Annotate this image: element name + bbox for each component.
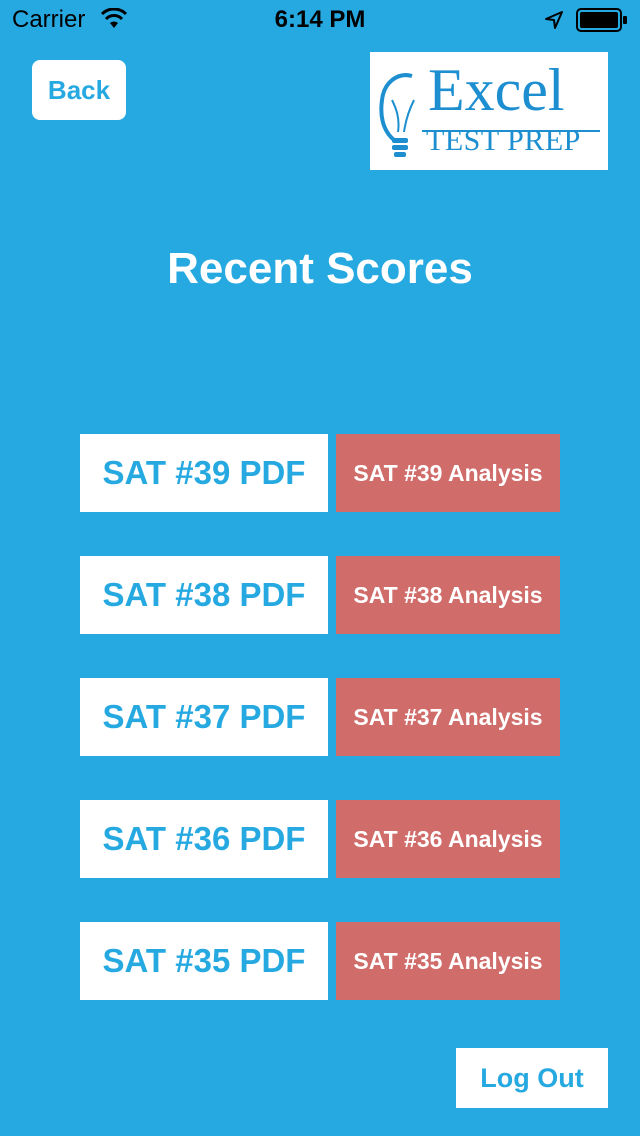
- pdf-button[interactable]: SAT #35 PDF: [80, 922, 328, 1000]
- excel-test-prep-logo: Excel TEST PREP: [370, 52, 608, 170]
- analysis-button[interactable]: SAT #37 Analysis: [336, 678, 560, 756]
- score-row: SAT #39 PDF SAT #39 Analysis: [80, 434, 560, 512]
- back-button[interactable]: Back: [32, 60, 126, 120]
- pdf-button[interactable]: SAT #37 PDF: [80, 678, 328, 756]
- pdf-button[interactable]: SAT #38 PDF: [80, 556, 328, 634]
- logo-word-test-prep: TEST PREP: [426, 124, 581, 157]
- battery-icon: [576, 8, 627, 32]
- score-row: SAT #37 PDF SAT #37 Analysis: [80, 678, 560, 756]
- analysis-button[interactable]: SAT #35 Analysis: [336, 922, 560, 1000]
- page-title: Recent Scores: [167, 244, 473, 293]
- analysis-button[interactable]: SAT #39 Analysis: [336, 434, 560, 512]
- location-icon: [545, 11, 563, 29]
- pdf-button[interactable]: SAT #36 PDF: [80, 800, 328, 878]
- lightbulb-icon: [379, 73, 415, 157]
- analysis-button[interactable]: SAT #38 Analysis: [336, 556, 560, 634]
- logo-word-excel: Excel: [428, 57, 565, 123]
- pdf-button[interactable]: SAT #39 PDF: [80, 434, 328, 512]
- score-row: SAT #35 PDF SAT #35 Analysis: [80, 922, 560, 1000]
- analysis-button[interactable]: SAT #36 Analysis: [336, 800, 560, 878]
- status-bar: Carrier 6:14 PM: [0, 0, 640, 40]
- logout-button[interactable]: Log Out: [456, 1048, 608, 1108]
- score-row: SAT #38 PDF SAT #38 Analysis: [80, 556, 560, 634]
- score-row: SAT #36 PDF SAT #36 Analysis: [80, 800, 560, 878]
